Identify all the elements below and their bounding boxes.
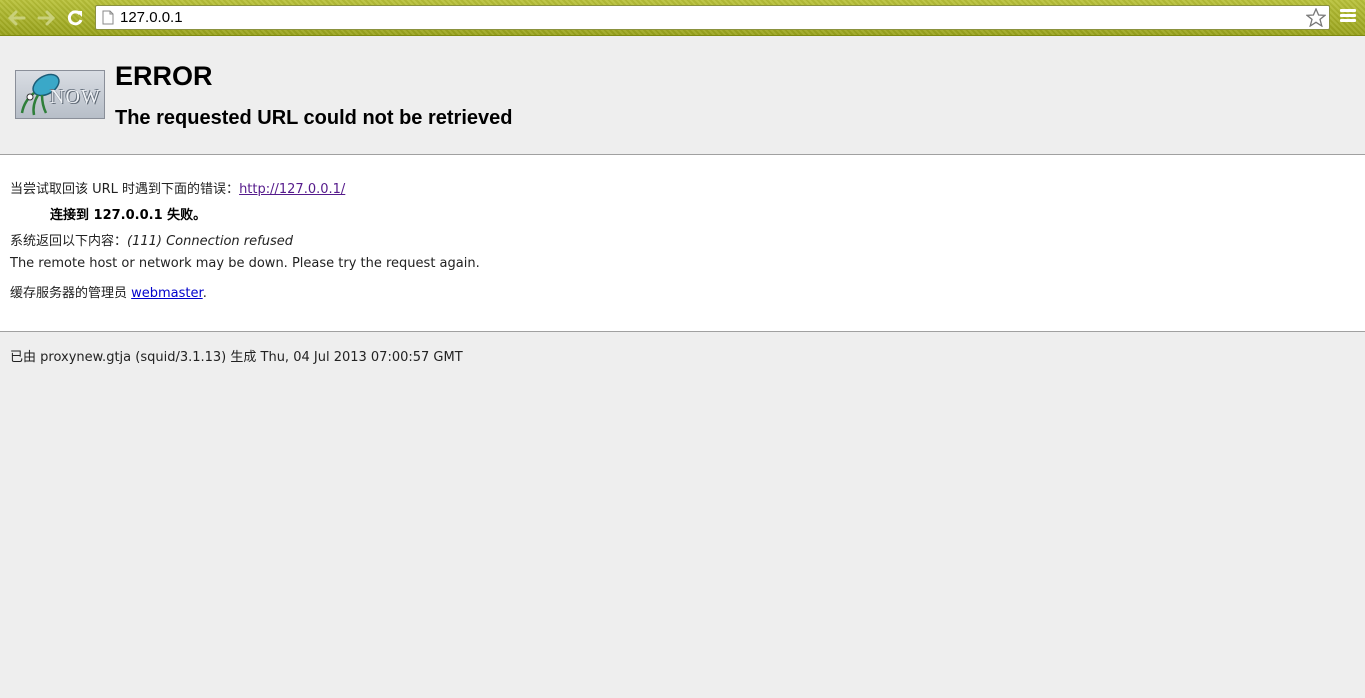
menu-icon: [1340, 9, 1356, 12]
error-title: ERROR: [115, 61, 213, 91]
system-value: (111) Connection refused: [127, 234, 293, 249]
squid-logo: NOW: [15, 70, 105, 119]
error-subtitle: The requested URL could not be retrieved: [115, 107, 513, 129]
error-page: NOW ERROR The requested URL could not be…: [0, 36, 1365, 698]
bookmark-star-icon[interactable]: [1306, 8, 1326, 27]
forward-button[interactable]: [35, 7, 57, 29]
menu-button[interactable]: [1340, 9, 1356, 25]
back-button[interactable]: [6, 7, 28, 29]
system-label: 系统返回以下内容：: [10, 234, 128, 249]
requested-url-link[interactable]: http://127.0.0.1/: [239, 182, 345, 197]
intro-label: 当尝试取回该 URL 时遇到下面的错误：: [10, 182, 240, 197]
admin-suffix: .: [202, 286, 207, 301]
url-text: 127.0.0.1: [120, 9, 183, 26]
system-line: 系统返回以下内容：(111) Connection refused: [10, 230, 293, 249]
webmaster-link[interactable]: webmaster: [131, 286, 203, 301]
intro-line: 当尝试取回该 URL 时遇到下面的错误：http://127.0.0.1/: [10, 178, 345, 197]
page-icon: [102, 10, 114, 25]
remote-message: The remote host or network may be down. …: [10, 256, 480, 271]
browser-toolbar: 127.0.0.1: [0, 0, 1365, 36]
page-header: NOW ERROR The requested URL could not be…: [0, 36, 1365, 154]
address-bar[interactable]: 127.0.0.1: [95, 5, 1330, 30]
error-details: 当尝试取回该 URL 时遇到下面的错误：http://127.0.0.1/ 连接…: [0, 154, 1365, 332]
footer-generated: 已由 proxynew.gtja (squid/3.1.13) 生成 Thu, …: [10, 350, 463, 365]
admin-label: 缓存服务器的管理员: [10, 286, 132, 301]
admin-line: 缓存服务器的管理员 webmaster.: [10, 282, 207, 301]
reload-icon: [67, 10, 83, 26]
forward-arrow-icon: [37, 10, 55, 26]
reload-button[interactable]: [64, 7, 86, 29]
logo-word: NOW: [50, 86, 101, 108]
failure-message: 连接到 127.0.0.1 失败。: [50, 208, 207, 223]
back-arrow-icon: [8, 10, 26, 26]
